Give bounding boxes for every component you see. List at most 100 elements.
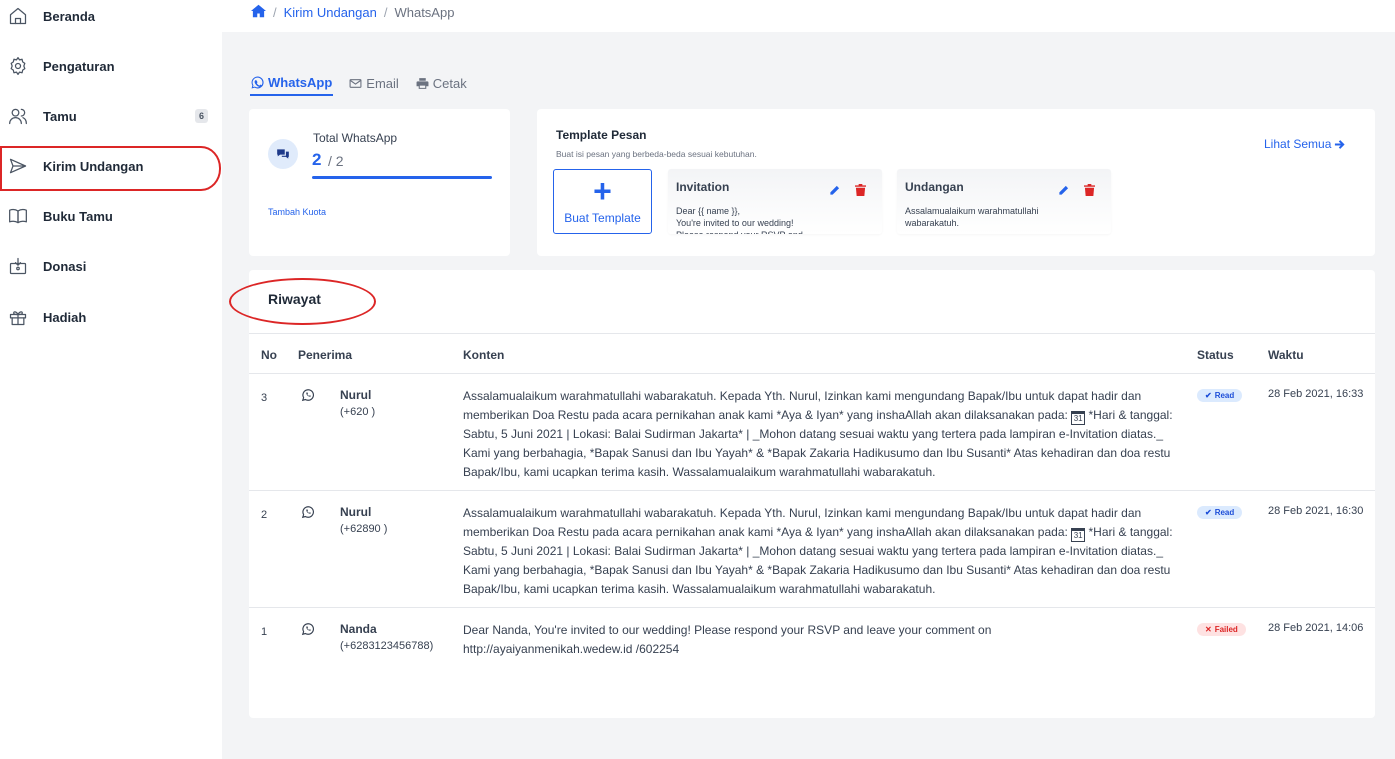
sidebar-item-beranda[interactable]: Beranda bbox=[0, 0, 222, 36]
sidebar-item-label: Beranda bbox=[43, 8, 96, 24]
see-all-link[interactable]: Lihat Semua bbox=[1264, 137, 1345, 151]
sent-time: 28 Feb 2021, 16:30 bbox=[1268, 505, 1364, 517]
add-quota-link[interactable]: Tambah Kuota bbox=[268, 207, 326, 217]
status-badge: ✕ Failed bbox=[1197, 623, 1246, 636]
create-template-button[interactable]: + Buat Template bbox=[553, 169, 652, 234]
channel-tabs: WhatsApp Email Cetak bbox=[250, 70, 468, 96]
history-card: Riwayat No Penerima Konten Status Waktu … bbox=[249, 270, 1375, 718]
sent-time: 28 Feb 2021, 14:06 bbox=[1268, 622, 1364, 634]
x-icon: ✕ bbox=[1205, 625, 1212, 634]
breadcrumb-separator: / bbox=[273, 5, 277, 20]
quota-used: 2 bbox=[312, 150, 322, 169]
pencil-icon[interactable] bbox=[1058, 185, 1069, 196]
tab-label: WhatsApp bbox=[268, 74, 333, 90]
column-header-no: No bbox=[261, 348, 277, 362]
gear-icon bbox=[8, 56, 28, 76]
template-subtitle: Buat isi pesan yang berbeda-beda sesuai … bbox=[556, 149, 757, 159]
whatsapp-icon bbox=[251, 76, 264, 88]
whatsapp-quota-card: Total WhatsApp 2 / 2 Tambah Kuota bbox=[249, 109, 510, 256]
tab-email[interactable]: Email bbox=[348, 70, 400, 96]
recipient-phone: (+62890 ) bbox=[340, 523, 388, 535]
home-icon[interactable] bbox=[251, 4, 266, 21]
pencil-icon[interactable] bbox=[829, 185, 840, 196]
tab-whatsapp[interactable]: WhatsApp bbox=[250, 70, 334, 96]
printer-icon bbox=[416, 77, 429, 89]
create-template-label: Buat Template bbox=[564, 210, 641, 225]
sidebar-item-label: Pengaturan bbox=[43, 58, 115, 74]
template-item[interactable]: Undangan Assalamualaikum warahmatullahi … bbox=[897, 169, 1111, 234]
sidebar-item-label: Donasi bbox=[43, 258, 87, 274]
sidebar-item-hadiah[interactable]: Hadiah bbox=[0, 297, 222, 337]
sidebar-item-label: Hadiah bbox=[43, 309, 87, 325]
status-label: Failed bbox=[1214, 625, 1238, 634]
table-header: No Penerima Konten Status Waktu bbox=[249, 333, 1375, 374]
whatsapp-icon bbox=[301, 506, 314, 519]
quota-total: / 2 bbox=[328, 153, 344, 169]
table-row: 3 Nurul (+620 ) Assalamualaikum warahmat… bbox=[249, 374, 1375, 491]
send-icon bbox=[8, 156, 28, 176]
template-body: Assalamualaikum warahmatullahi wabarakat… bbox=[905, 206, 1039, 228]
mail-icon bbox=[349, 78, 362, 88]
table-row: 1 Nanda (+6283123456788) Dear Nanda, You… bbox=[249, 608, 1375, 688]
recipient-name: Nurul bbox=[340, 388, 372, 402]
sent-time: 28 Feb 2021, 16:33 bbox=[1268, 388, 1364, 400]
whatsapp-icon bbox=[301, 623, 314, 636]
count-badge: 6 bbox=[195, 109, 208, 123]
status-badge: ✔ Read bbox=[1197, 389, 1243, 402]
donation-icon bbox=[8, 256, 28, 276]
sidebar-item-donasi[interactable]: Donasi bbox=[0, 246, 222, 286]
breadcrumb-current: WhatsApp bbox=[394, 5, 455, 20]
message-text: Dear Nanda, You're invited to our weddin… bbox=[463, 623, 992, 656]
row-number: 2 bbox=[261, 509, 268, 521]
column-header-time: Waktu bbox=[1268, 348, 1304, 362]
template-title: Template Pesan bbox=[556, 128, 647, 142]
breadcrumb-separator: / bbox=[383, 5, 388, 20]
column-header-recipient: Penerima bbox=[298, 348, 353, 362]
trash-icon[interactable] bbox=[1084, 184, 1095, 196]
book-icon bbox=[8, 206, 28, 226]
plus-icon: + bbox=[593, 172, 612, 209]
chat-icon bbox=[268, 139, 298, 169]
users-icon bbox=[8, 106, 28, 126]
recipient-name: Nurul bbox=[340, 505, 372, 519]
status-badge: ✔ Read bbox=[1197, 506, 1243, 519]
column-header-status: Status bbox=[1197, 348, 1234, 362]
template-name: Undangan bbox=[905, 180, 964, 194]
calendar-icon: 31 bbox=[1071, 528, 1086, 542]
template-card: Template Pesan Buat isi pesan yang berbe… bbox=[537, 109, 1375, 256]
quota-progress-bar bbox=[312, 176, 492, 179]
tab-cetak[interactable]: Cetak bbox=[415, 70, 468, 96]
message-text: Assalamualaikum warahmatullahi wabarakat… bbox=[463, 389, 1142, 422]
sidebar-item-label: Buku Tamu bbox=[43, 208, 113, 224]
table-row: 2 Nurul (+62890 ) Assalamualaikum warahm… bbox=[249, 491, 1375, 608]
sidebar-item-label: Tamu bbox=[43, 108, 77, 124]
breadcrumb-link[interactable]: Kirim Undangan bbox=[284, 5, 377, 20]
message-content: Assalamualaikum warahmatullahi wabarakat… bbox=[463, 387, 1178, 482]
template-item[interactable]: Invitation Dear {{ name }}, You're invit… bbox=[668, 169, 882, 234]
message-content: Dear Nanda, You're invited to our weddin… bbox=[463, 621, 1163, 659]
gift-icon bbox=[8, 307, 28, 327]
message-text: Assalamualaikum warahmatullahi wabarakat… bbox=[463, 506, 1142, 539]
history-title: Riwayat bbox=[268, 291, 321, 307]
see-all-label: Lihat Semua bbox=[1264, 137, 1332, 151]
arrow-right-icon bbox=[1335, 139, 1345, 149]
row-number: 3 bbox=[261, 392, 268, 404]
breadcrumb: / Kirim Undangan / WhatsApp bbox=[251, 4, 454, 21]
column-header-content: Konten bbox=[463, 348, 505, 362]
sidebar-item-buku-tamu[interactable]: Buku Tamu bbox=[0, 196, 222, 236]
sidebar-item-kirim-undangan[interactable]: Kirim Undangan bbox=[0, 146, 222, 186]
tab-label: Email bbox=[366, 75, 399, 91]
recipient-phone: (+620 ) bbox=[340, 406, 376, 418]
row-number: 1 bbox=[261, 626, 268, 638]
sidebar-item-label: Kirim Undangan bbox=[43, 158, 144, 174]
double-check-icon: ✔ bbox=[1205, 391, 1212, 400]
sidebar-item-pengaturan[interactable]: Pengaturan bbox=[0, 46, 222, 86]
template-name: Invitation bbox=[676, 180, 730, 194]
trash-icon[interactable] bbox=[855, 184, 866, 196]
status-label: Read bbox=[1214, 391, 1235, 400]
quota-progress-fill bbox=[312, 176, 492, 179]
sidebar-item-tamu[interactable]: Tamu 6 bbox=[0, 96, 222, 136]
tab-label: Cetak bbox=[432, 75, 467, 91]
calendar-icon: 31 bbox=[1071, 411, 1086, 425]
recipient-phone: (+6283123456788) bbox=[340, 640, 434, 652]
